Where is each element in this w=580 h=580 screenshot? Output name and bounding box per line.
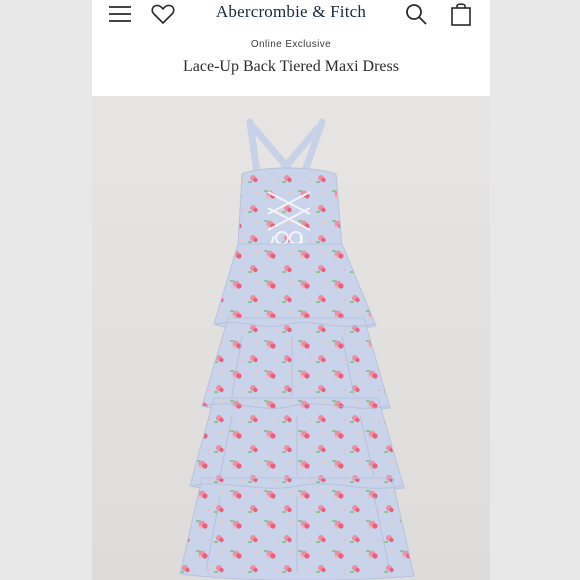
brand-logo[interactable]: Abercrombie & Fitch	[92, 2, 490, 22]
search-icon[interactable]	[402, 2, 430, 26]
product-photo[interactable]	[92, 96, 490, 580]
dress-bodice	[237, 167, 343, 247]
app-frame: Abercrombie & Fitch Online Exclusive Lac…	[92, 0, 490, 580]
product-title: Lace-Up Back Tiered Maxi Dress	[183, 58, 399, 75]
top-navigation-bar: Abercrombie & Fitch	[92, 0, 490, 30]
online-exclusive-badge: Online Exclusive	[250, 39, 332, 50]
shopping-bag-icon[interactable]	[447, 2, 475, 26]
